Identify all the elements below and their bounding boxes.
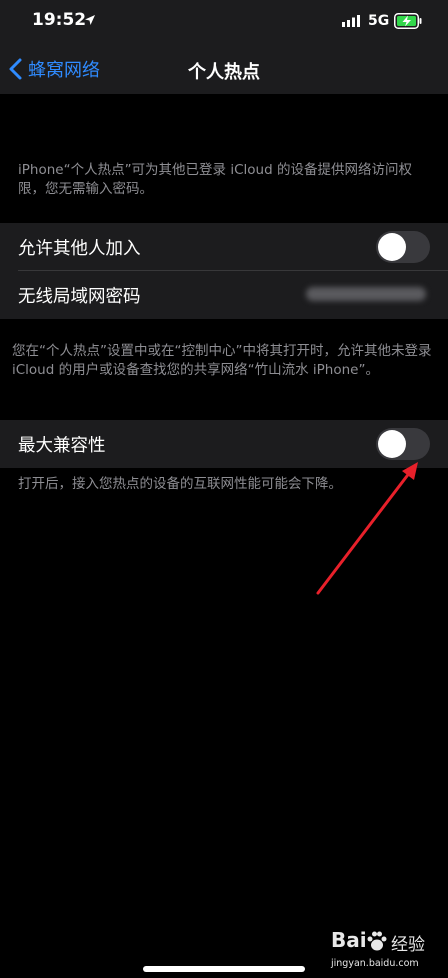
row-max-compatibility: 最大兼容性 xyxy=(0,420,448,468)
allow-others-toggle[interactable] xyxy=(376,231,430,263)
watermark-brand: 经验 xyxy=(391,935,425,955)
row-wifi-password[interactable]: 无线局域网密码 xyxy=(0,271,448,319)
location-arrow-icon xyxy=(85,15,95,25)
baidu-paw-icon xyxy=(367,931,387,951)
page-title: 个人热点 xyxy=(188,62,260,83)
navigation-bar: 蜂窝网络 个人热点 xyxy=(0,44,448,94)
intro-footnote: iPhone“个人热点”可为其他已登录 iCloud 的设备提供网络访问权限，您… xyxy=(18,162,412,197)
watermark-logo-text: Bai xyxy=(331,928,367,952)
status-time: 19:52 xyxy=(32,10,87,30)
baidu-jingyan-watermark: Bai 经验 jingyan.baidu.com xyxy=(331,928,441,976)
toggle-knob xyxy=(378,430,406,458)
wifi-password-label: 无线局域网密码 xyxy=(18,287,141,307)
watermark-url: jingyan.baidu.com xyxy=(331,958,419,969)
discovery-footnote: 您在“个人热点”设置中或在“控制中心”中将其打开时，允许其他未登录 iCloud… xyxy=(12,343,432,378)
cellular-signal-icon xyxy=(342,15,360,27)
home-indicator[interactable] xyxy=(143,966,305,972)
allow-others-label: 允许其他人加入 xyxy=(18,239,141,259)
max-compatibility-toggle[interactable] xyxy=(376,428,430,460)
wifi-password-value-blurred xyxy=(306,287,426,301)
network-type: 5G xyxy=(368,13,390,29)
toggle-knob xyxy=(378,233,406,261)
row-allow-others: 允许其他人加入 xyxy=(0,223,448,271)
compatibility-footnote: 打开后，接入您热点的设备的互联网性能可能会下降。 xyxy=(18,476,342,492)
max-compatibility-label: 最大兼容性 xyxy=(18,436,106,456)
battery-charging-icon xyxy=(394,13,422,29)
status-bar: 19:52 5G xyxy=(0,0,448,44)
